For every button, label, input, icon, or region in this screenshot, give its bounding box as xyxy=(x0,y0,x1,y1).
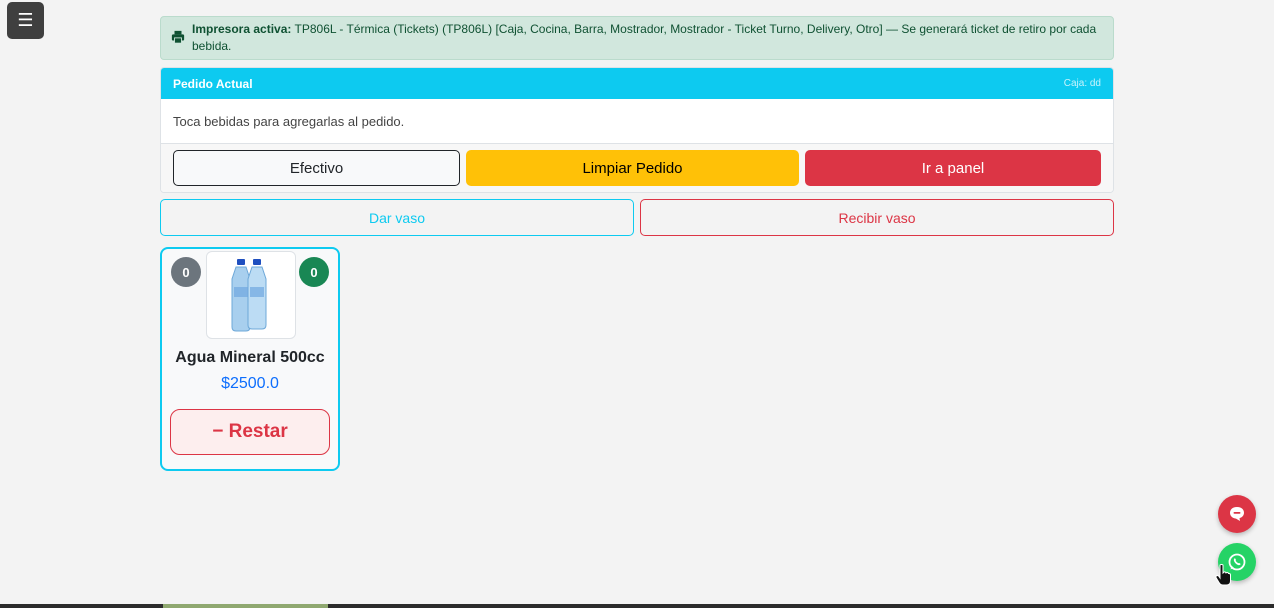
hamburger-icon: ☰ xyxy=(17,10,34,31)
main-container: Impresora activa: TP806L - Térmica (Tick… xyxy=(160,16,1114,236)
subtract-button[interactable]: − Restar xyxy=(170,409,330,455)
order-body: Toca bebidas para agregarlas al pedido. xyxy=(161,99,1113,144)
printer-icon xyxy=(171,30,185,44)
efectivo-button[interactable]: Efectivo xyxy=(173,150,460,186)
scrollbar-thumb[interactable] xyxy=(163,604,328,608)
give-cup-button[interactable]: Dar vaso xyxy=(160,199,634,236)
menu-button[interactable]: ☰ xyxy=(7,2,44,39)
product-price: $2500.0 xyxy=(221,375,279,392)
product-card[interactable]: 0 0 Agua Mineral 500cc $2500.0 − Restar xyxy=(160,247,340,471)
product-name: Agua Mineral 500cc xyxy=(175,349,325,366)
clear-order-button[interactable]: Limpiar Pedido xyxy=(466,150,799,186)
hand-cursor-icon xyxy=(1215,564,1231,586)
chat-button[interactable] xyxy=(1218,495,1256,533)
order-card: Pedido Actual Caja: dd Toca bebidas para… xyxy=(160,67,1114,193)
quantity-badge-right: 0 xyxy=(299,257,329,287)
order-header: Pedido Actual Caja: dd xyxy=(161,68,1113,99)
chat-icon xyxy=(1230,507,1244,521)
order-title: Pedido Actual xyxy=(173,76,253,91)
order-actions: Efectivo Limpiar Pedido Ir a panel xyxy=(161,144,1113,192)
alert-label: Impresora activa: xyxy=(192,22,292,36)
go-to-panel-button[interactable]: Ir a panel xyxy=(805,150,1101,186)
quantity-badge-left: 0 xyxy=(171,257,201,287)
receive-cup-button[interactable]: Recibir vaso xyxy=(640,199,1114,236)
alert-text: TP806L - Térmica (Tickets) (TP806L) [Caj… xyxy=(192,22,1097,53)
water-bottle-icon xyxy=(231,259,267,332)
caja-label: Caja: dd xyxy=(1063,78,1101,89)
product-image xyxy=(206,251,296,339)
order-hint: Toca bebidas para agregarlas al pedido. xyxy=(173,113,405,129)
printer-alert: Impresora activa: TP806L - Térmica (Tick… xyxy=(160,16,1114,60)
vaso-row: Dar vaso Recibir vaso xyxy=(160,199,1114,236)
